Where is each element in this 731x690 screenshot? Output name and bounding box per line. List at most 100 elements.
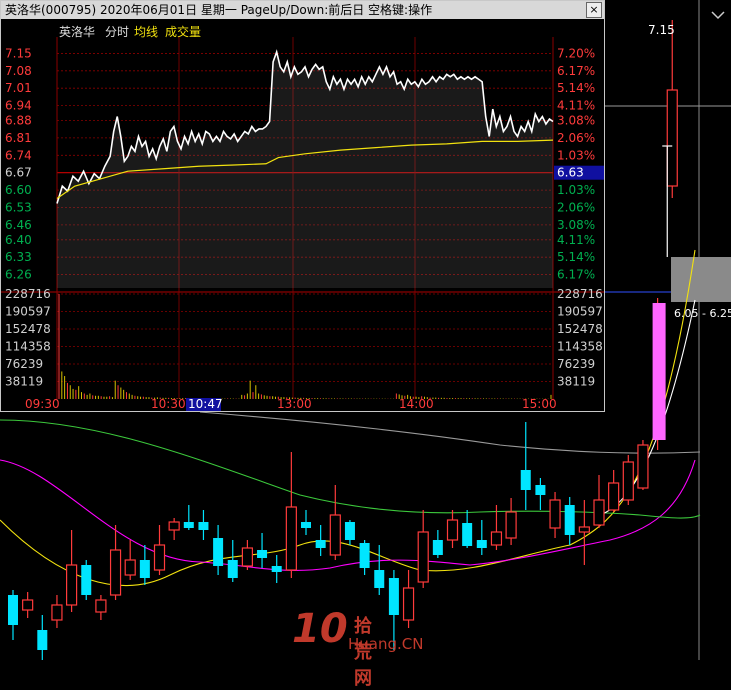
- kline-candle: [168, 518, 180, 540]
- kline-candle: [505, 498, 517, 545]
- kline-candle: [183, 505, 194, 530]
- kline-candle: [344, 520, 355, 545]
- kline-candle: [476, 520, 487, 555]
- price-tick-label: 7.08: [5, 64, 32, 78]
- popup-title: 英洛华(000795) 2020年06月01日 星期一 PageUp/Down:…: [5, 3, 433, 17]
- intraday-chart[interactable]: 7.15 7.08 7.01 6.946.88 6.81 6.74 6.67 6.60 6.53…: [1, 19, 604, 411]
- range-label: 6.05 - 6.25: [674, 307, 731, 320]
- percent-tick-label: 6.17%: [557, 64, 595, 78]
- price-tick-label: 6.74: [5, 148, 32, 162]
- volume-tick-label: 228716: [5, 287, 51, 301]
- kline-candle: [37, 615, 48, 660]
- percent-tick-label: 7.20%: [557, 46, 595, 60]
- volume-tick-label: 76239: [5, 357, 43, 371]
- kline-candle: [227, 540, 238, 582]
- kline-candle: [257, 533, 268, 568]
- percent-tick-label: 1.03%: [557, 183, 595, 197]
- price-tick-label: 6.33: [5, 250, 32, 264]
- time-tick-label: 13:00: [277, 397, 312, 411]
- kline-candle: [652, 298, 666, 450]
- kline-candle: [139, 545, 150, 585]
- ma-line-grey: [199, 411, 701, 454]
- kline-candle: [241, 540, 253, 570]
- percent-axis: 7.20%6.17%5.14%4.11%3.08%2.06%1.03%6.631…: [554, 46, 604, 282]
- volume-tick-label: 152478: [5, 322, 51, 336]
- kline-candle: [65, 530, 78, 612]
- price-range-box: [671, 257, 731, 302]
- watermark-logo-number: 10: [292, 606, 348, 652]
- intraday-popup[interactable]: 英洛华(000795) 2020年06月01日 星期一 PageUp/Down:…: [0, 0, 605, 412]
- time-axis: 09:30 10:30 10:47 13:00 14:00 15:00: [25, 397, 557, 411]
- kline-candle: [51, 595, 63, 628]
- scroll-chevron-icon: [711, 11, 725, 20]
- kline-candle: [535, 478, 546, 510]
- kline-candle: [622, 455, 634, 505]
- percent-tick-label: 1.03%: [557, 148, 595, 162]
- kline-candle: [315, 525, 326, 556]
- volume-tick-label: 38119: [5, 375, 43, 389]
- kline-candle: [329, 485, 341, 560]
- percent-tick-label: 4.11%: [557, 99, 595, 113]
- percent-tick-label: 4.11%: [557, 233, 595, 247]
- kline-candle: [198, 510, 209, 540]
- volume-tick-label-right: 228716: [557, 287, 603, 301]
- price-axis: 7.15 7.08 7.01 6.946.88 6.81 6.74 6.67 6.60 6.53…: [5, 46, 32, 281]
- volume-tick-label-right: 38119: [557, 375, 595, 389]
- kline-candle: [608, 470, 620, 512]
- kline-candle: [578, 500, 590, 565]
- kline-candle: [564, 497, 575, 545]
- kline-candle: [81, 560, 92, 600]
- kline-candle: [22, 592, 34, 618]
- percent-tick-label: 5.14%: [557, 250, 595, 264]
- price-tick-label: 6.40: [5, 233, 32, 247]
- ma-line-magenta: [0, 459, 696, 571]
- kline-candle: [432, 530, 443, 558]
- close-button[interactable]: ×: [586, 2, 602, 18]
- kline-candle: [153, 525, 166, 575]
- kline-candle: [95, 595, 107, 620]
- kline-candle: [662, 20, 678, 257]
- kline-candle: [549, 492, 561, 538]
- kline-candle: [213, 525, 224, 575]
- kline-candle: [109, 525, 122, 600]
- time-tick-label: 15:00: [522, 397, 557, 411]
- volume-axis: 228716 228716 190597 190597 152478 152478 1143…: [5, 287, 603, 389]
- kline-candle: [285, 452, 297, 578]
- kline-candle: [374, 545, 385, 595]
- time-tick-label: 09:30: [25, 397, 60, 411]
- popup-titlebar[interactable]: 英洛华(000795) 2020年06月01日 星期一 PageUp/Down:…: [1, 1, 604, 19]
- kline-candle: [593, 475, 605, 528]
- time-tick-label: 14:00: [399, 397, 434, 411]
- volume-tick-label-right: 114358: [557, 340, 603, 354]
- price-tick-label: 6.67: [5, 166, 32, 180]
- percent-tick-label: 3.08%: [557, 114, 595, 128]
- volume-tick-label: 190597: [5, 304, 51, 318]
- kline-candle: [124, 540, 136, 580]
- cursor-time-label: 10:47: [188, 397, 223, 411]
- price-tick-label: 6.60: [5, 183, 32, 197]
- price-tick-label: 6.53: [5, 200, 32, 214]
- volume-tick-label-right: 152478: [557, 322, 603, 336]
- percent-tick-label: 2.06%: [557, 131, 595, 145]
- price-tick-label: 6.94: [5, 99, 32, 113]
- kline-candle: [462, 510, 473, 548]
- watermark-site-en: Huang.CN: [348, 635, 424, 653]
- volume-tick-label-right: 76239: [557, 357, 595, 371]
- volume-tick-label-right: 190597: [557, 304, 603, 318]
- kline-candle: [271, 555, 282, 583]
- kline-candle: [637, 440, 649, 490]
- price-area: [57, 51, 553, 288]
- kline-candle: [446, 510, 459, 548]
- price-tick-label: 7.01: [5, 81, 32, 95]
- kline-candle: [520, 422, 531, 510]
- prev-close-label: 6.63: [557, 166, 584, 180]
- kline-candle: [402, 570, 415, 628]
- price-tick-label: 6.26: [5, 268, 32, 282]
- percent-tick-label: 5.14%: [557, 81, 595, 95]
- time-tick-label: 10:30: [151, 397, 186, 411]
- percent-tick-label: 3.08%: [557, 218, 595, 232]
- kline-candle: [417, 510, 429, 588]
- price-tick-label: 6.46: [5, 218, 32, 232]
- high-price-label: 7.15: [648, 23, 675, 37]
- volume-tick-label: 114358: [5, 340, 51, 354]
